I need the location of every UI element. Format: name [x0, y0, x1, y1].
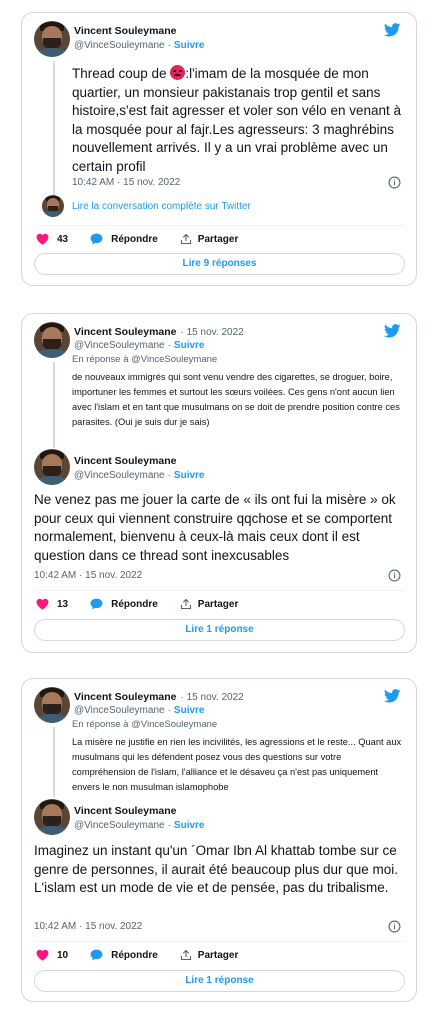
separator-dot: · [167, 705, 171, 716]
like-count: 13 [57, 598, 69, 610]
like-count: 43 [57, 233, 69, 245]
share-icon [180, 233, 191, 245]
tweet-text: Imaginez un instant qu'un ´Omar Ibn Al k… [34, 843, 398, 895]
tweet-timestamp[interactable]: 10:42 AM · 15 nov. 2022 [72, 177, 180, 188]
author-handle[interactable]: @VinceSouleymane [74, 40, 165, 51]
tweet-date[interactable]: · 15 nov. 2022 [181, 692, 244, 703]
share-icon [180, 949, 191, 961]
tweet-text-rest: :l'imam de la mosquée de mon quartier, u… [72, 66, 402, 174]
speech-bubble-icon [90, 233, 103, 245]
read-conversation-link[interactable]: Lire la conversation complète sur Twitte… [72, 201, 251, 212]
speech-bubble-icon [90, 598, 103, 610]
separator-dot: · [167, 340, 171, 351]
thread-line [53, 362, 55, 448]
tweet-timestamp[interactable]: 10:42 AM · 15 nov. 2022 [34, 921, 142, 932]
tweet-text: Ne venez pas me jouer la carte de « ils … [34, 492, 396, 563]
separator-dot: · [167, 820, 171, 831]
author-name[interactable]: Vincent Souleymane [74, 805, 177, 817]
tweet-text: Thread coup de :l'imam de la mosquée de … [72, 65, 410, 176]
follow-button[interactable]: Suivre [174, 40, 205, 51]
follow-button[interactable]: Suivre [174, 340, 205, 351]
heart-icon [36, 949, 49, 961]
in-reply-to[interactable]: En réponse à @VinceSouleymane [72, 719, 217, 730]
parent-tweet-text: La misère ne justifie en rien les incivi… [72, 737, 402, 792]
author-name[interactable]: Vincent Souleymane [74, 455, 177, 467]
read-replies-button[interactable]: Lire 1 réponse [34, 970, 405, 992]
author-handle[interactable]: @VinceSouleymane [74, 820, 165, 831]
read-replies-button[interactable]: Lire 9 réponses [34, 253, 405, 275]
heart-icon [36, 598, 49, 610]
tweet-card-3: Vincent Souleymane · 15 nov. 2022 @Vince… [21, 678, 417, 1002]
like-button[interactable]: 13 [36, 598, 68, 610]
like-count: 10 [57, 949, 69, 961]
share-icon [180, 598, 191, 610]
share-label: Partager [197, 598, 239, 610]
separator-dot: · [167, 470, 171, 481]
divider [34, 225, 405, 226]
follow-button[interactable]: Suivre [174, 470, 205, 481]
tweet-text-start: Thread coup de [72, 66, 171, 81]
follow-button[interactable]: Suivre [174, 820, 205, 831]
twitter-bird-icon[interactable] [384, 23, 401, 37]
like-button[interactable]: 43 [36, 233, 68, 245]
like-button[interactable]: 10 [36, 949, 68, 961]
reply-label: Répondre [111, 598, 158, 610]
reply-label: Répondre [111, 233, 158, 245]
divider [34, 590, 405, 591]
parent-tweet-text: de nouveaux immigrés qui sont venu vendr… [72, 372, 400, 427]
reply-label: Répondre [111, 949, 158, 961]
reply-button[interactable]: Répondre [90, 949, 158, 961]
author-name[interactable]: Vincent Souleymane [74, 691, 177, 703]
share-label: Partager [197, 949, 239, 961]
avatar[interactable] [34, 322, 70, 358]
author-handle[interactable]: @VinceSouleymane [74, 705, 165, 716]
follow-button[interactable]: Suivre [174, 705, 205, 716]
in-reply-to[interactable]: En réponse à @VinceSouleymane [72, 354, 217, 365]
twitter-bird-icon[interactable] [384, 689, 401, 703]
avatar[interactable] [34, 799, 70, 835]
avatar[interactable] [34, 687, 70, 723]
reply-button[interactable]: Répondre [90, 233, 158, 245]
avatar[interactable] [34, 21, 70, 57]
tweet-card-1: Vincent Souleymane @VinceSouleymane · Su… [21, 12, 417, 286]
separator-dot: · [167, 40, 171, 51]
avatar[interactable] [34, 449, 70, 485]
speech-bubble-icon [90, 949, 103, 961]
reply-button[interactable]: Répondre [90, 598, 158, 610]
author-name[interactable]: Vincent Souleymane [74, 326, 177, 338]
read-replies-button[interactable]: Lire 1 réponse [34, 619, 405, 641]
thread-line [53, 61, 55, 199]
divider [34, 941, 405, 942]
share-button[interactable]: Partager [180, 233, 239, 245]
author-handle[interactable]: @VinceSouleymane [74, 470, 165, 481]
twitter-bird-icon[interactable] [384, 324, 401, 338]
tweet-timestamp[interactable]: 10:42 AM · 15 nov. 2022 [34, 570, 142, 581]
share-label: Partager [197, 233, 239, 245]
thread-line [53, 727, 55, 797]
share-button[interactable]: Partager [180, 949, 239, 961]
share-button[interactable]: Partager [180, 598, 239, 610]
info-icon[interactable] [388, 569, 401, 582]
author-handle[interactable]: @VinceSouleymane [74, 340, 165, 351]
info-icon[interactable] [388, 176, 401, 189]
author-name[interactable]: Vincent Souleymane [74, 25, 177, 37]
angry-face-icon [170, 65, 186, 80]
tweet-date[interactable]: · 15 nov. 2022 [181, 327, 244, 338]
heart-icon [36, 233, 49, 245]
tweet-card-2: Vincent Souleymane · 15 nov. 2022 @Vince… [21, 313, 417, 653]
info-icon[interactable] [388, 920, 401, 933]
avatar-small[interactable] [42, 195, 64, 217]
